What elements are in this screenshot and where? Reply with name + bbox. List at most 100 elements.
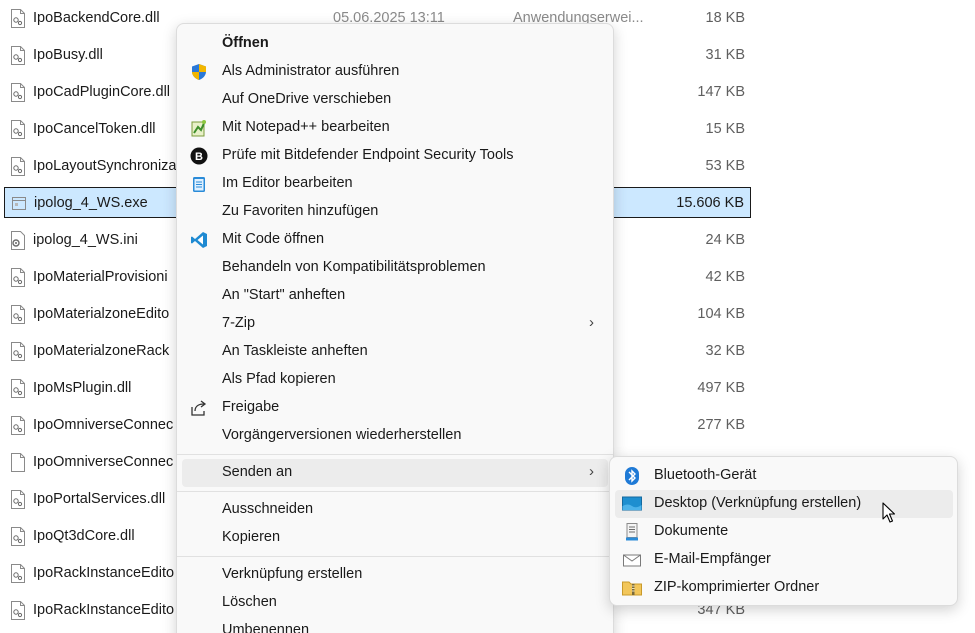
chevron-right-icon: ›	[589, 314, 594, 331]
menu-item-pin-to-start[interactable]: An "Start" anheften	[182, 282, 608, 310]
menu-item-delete[interactable]: Löschen	[182, 589, 608, 617]
file-size: 497 KB	[697, 380, 745, 396]
send-to-mail-recipient[interactable]: E-Mail-Empfänger	[615, 546, 953, 574]
menu-item-bitdefender-scan[interactable]: B Prüfe mit Bitdefender Endpoint Securit…	[182, 142, 608, 170]
menu-item-share[interactable]: Freigabe	[182, 394, 608, 422]
dll-file-icon	[11, 9, 25, 28]
file-name: IpoRackInstanceEdito	[33, 565, 175, 581]
menu-separator	[177, 556, 613, 557]
chevron-right-icon: ›	[589, 463, 594, 480]
menu-item-copy-as-path[interactable]: Als Pfad kopieren	[182, 366, 608, 394]
dll-file-icon	[11, 120, 25, 139]
share-icon	[191, 400, 207, 416]
file-size: 18 KB	[705, 10, 746, 26]
exe-file-icon	[12, 197, 26, 210]
dll-file-icon	[11, 601, 25, 620]
menu-item-add-to-favorites[interactable]: Zu Favoriten hinzufügen	[182, 198, 608, 226]
mail-icon	[623, 554, 641, 567]
file-size: 104 KB	[697, 306, 745, 322]
submenu-item-label: ZIP-komprimierter Ordner	[654, 579, 820, 595]
dll-file-icon	[11, 342, 25, 361]
menu-item-label: 7-Zip	[222, 315, 256, 331]
blank-file-icon	[11, 453, 25, 472]
svg-text:B: B	[195, 151, 203, 163]
file-name: IpoCancelToken.dll	[33, 121, 156, 137]
menu-item-edit-in-editor[interactable]: Im Editor bearbeiten	[182, 170, 608, 198]
send-to-bluetooth[interactable]: Bluetooth-Gerät	[615, 462, 953, 490]
zip-folder-icon	[622, 581, 642, 596]
file-name: IpoMaterialzoneRack	[33, 343, 170, 359]
file-size: 147 KB	[697, 84, 745, 100]
file-name: IpoOmniverseConnec	[33, 454, 174, 470]
menu-item-run-as-admin[interactable]: Als Administrator ausführen	[182, 58, 608, 86]
menu-item-label: An "Start" anheften	[222, 287, 346, 303]
send-to-zip-folder[interactable]: ZIP-komprimierter Ordner	[615, 574, 953, 602]
menu-item-label: Mit Code öffnen	[222, 231, 325, 247]
dll-file-icon	[11, 490, 25, 509]
dll-file-icon	[11, 305, 25, 324]
menu-item-label: An Taskleiste anheften	[222, 343, 368, 359]
menu-item-copy[interactable]: Kopieren	[182, 524, 608, 552]
menu-separator	[177, 491, 613, 492]
dll-file-icon	[11, 46, 25, 65]
ini-file-icon	[11, 231, 25, 250]
file-size: 31 KB	[705, 47, 746, 63]
file-name: IpoPortalServices.dll	[33, 491, 166, 507]
menu-item-label: Prüfe mit Bitdefender Endpoint Security …	[222, 147, 514, 163]
file-name: ipolog_4_WS.exe	[34, 195, 148, 211]
menu-item-create-shortcut[interactable]: Verknüpfung erstellen	[182, 561, 608, 589]
menu-item-label: Im Editor bearbeiten	[222, 175, 353, 191]
menu-item-label: Als Pfad kopieren	[222, 371, 336, 387]
menu-item-pin-to-taskbar[interactable]: An Taskleiste anheften	[182, 338, 608, 366]
menu-item-rename[interactable]: Umbenennen	[182, 617, 608, 633]
menu-item-restore-previous-versions[interactable]: Vorgängerversionen wiederherstellen	[182, 422, 608, 450]
menu-item-label: Ausschneiden	[222, 501, 314, 517]
desktop-icon	[622, 496, 642, 511]
dll-file-icon	[11, 83, 25, 102]
menu-item-label: Senden an	[222, 464, 293, 480]
submenu-item-label: Desktop (Verknüpfung erstellen)	[654, 495, 862, 511]
file-name: ipolog_4_WS.ini	[33, 232, 138, 248]
menu-separator	[177, 454, 613, 455]
notepad-plus-plus-icon	[191, 120, 206, 137]
dll-file-icon	[11, 379, 25, 398]
file-name: IpoMaterialProvisioni	[33, 269, 168, 285]
dll-file-icon	[11, 527, 25, 546]
menu-item-cut[interactable]: Ausschneiden	[182, 496, 608, 524]
file-name: IpoMaterialzoneEdito	[33, 306, 170, 322]
file-size: 277 KB	[697, 417, 745, 433]
context-menu: Öffnen Als Administrator ausführen Auf O…	[176, 23, 614, 633]
menu-item-troubleshoot-compatibility[interactable]: Behandeln von Kompatibilitätsproblemen	[182, 254, 608, 282]
submenu-item-label: Bluetooth-Gerät	[654, 467, 757, 483]
file-size: 24 KB	[705, 232, 746, 248]
bitdefender-icon: B	[190, 147, 208, 165]
file-size: 15.606 KB	[676, 195, 744, 211]
bluetooth-icon	[625, 467, 639, 485]
file-name: IpoMsPlugin.dll	[33, 380, 132, 396]
menu-item-label: Als Administrator ausführen	[222, 63, 400, 79]
file-name: IpoQt3dCore.dll	[33, 528, 135, 544]
menu-item-open-with-code[interactable]: Mit Code öffnen	[182, 226, 608, 254]
menu-item-move-to-onedrive[interactable]: Auf OneDrive verschieben	[182, 86, 608, 114]
menu-item-label: Vorgängerversionen wiederherstellen	[222, 427, 462, 443]
send-to-submenu: Bluetooth-Gerät Desktop (Verknüpfung ers…	[609, 456, 958, 606]
menu-item-7zip[interactable]: 7-Zip ›	[182, 310, 608, 338]
shield-icon	[192, 64, 206, 80]
file-name: IpoBusy.dll	[33, 47, 103, 63]
notepad-icon	[193, 177, 205, 192]
menu-item-label: Behandeln von Kompatibilitätsproblemen	[222, 259, 486, 275]
menu-item-open[interactable]: Öffnen	[182, 30, 608, 58]
send-to-desktop[interactable]: Desktop (Verknüpfung erstellen)	[615, 490, 953, 518]
menu-item-label: Löschen	[222, 594, 277, 610]
menu-item-send-to[interactable]: Senden an ›	[182, 459, 608, 487]
menu-item-label: Freigabe	[222, 399, 280, 415]
menu-item-edit-notepad-plus-plus[interactable]: Mit Notepad++ bearbeiten	[182, 114, 608, 142]
send-to-documents[interactable]: Dokumente	[615, 518, 953, 546]
menu-item-label: Umbenennen	[222, 622, 310, 633]
file-name: IpoRackInstanceEdito	[33, 602, 175, 618]
documents-icon	[626, 523, 638, 541]
dll-file-icon	[11, 564, 25, 583]
file-size: 53 KB	[705, 158, 746, 174]
file-size: 32 KB	[705, 343, 746, 359]
dll-file-icon	[11, 268, 25, 287]
